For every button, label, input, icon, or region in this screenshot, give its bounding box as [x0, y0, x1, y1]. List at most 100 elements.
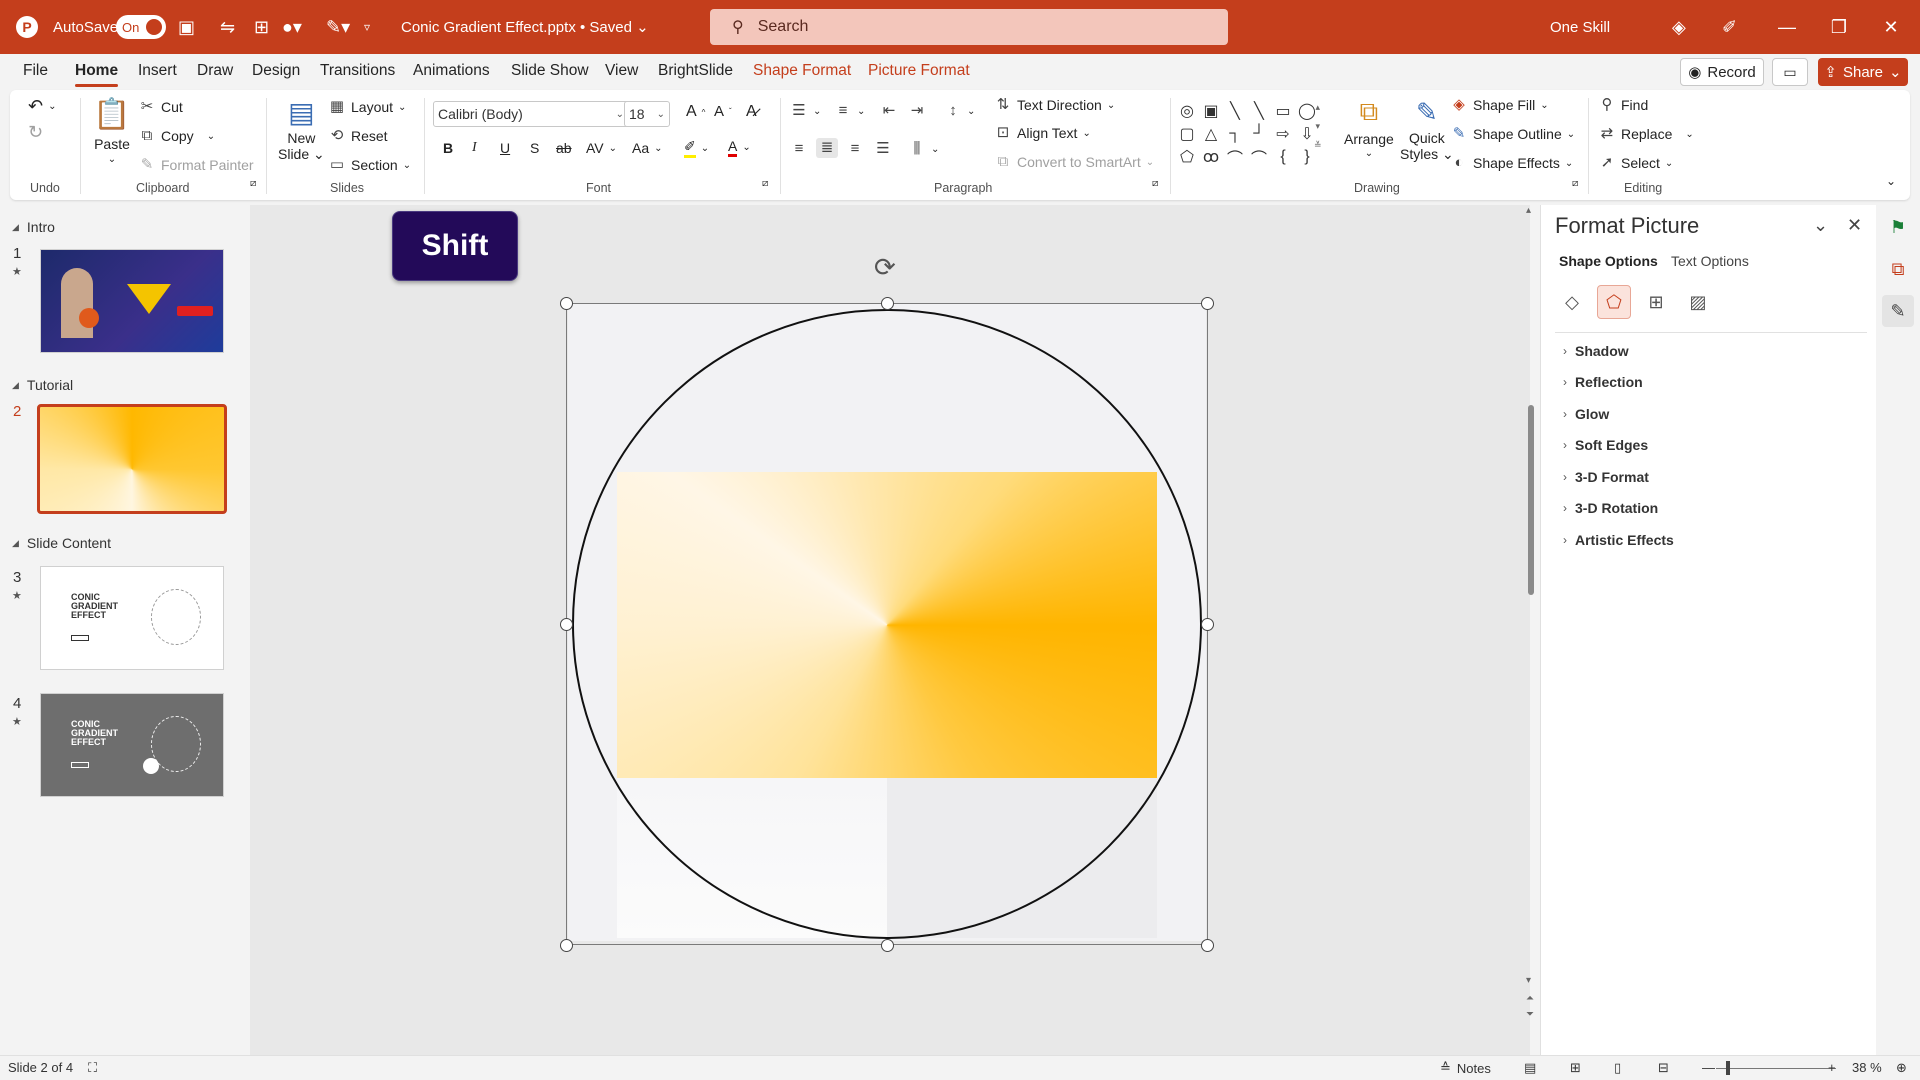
fill-line-icon[interactable]: ◇ [1555, 285, 1589, 319]
font-launcher-icon[interactable]: ⧄ [762, 178, 768, 189]
tab-draw[interactable]: Draw [197, 62, 233, 80]
resize-handle[interactable] [560, 297, 573, 310]
section-soft-edges[interactable]: › Soft Edges [1563, 437, 1648, 453]
strikethrough-button[interactable]: ab [556, 140, 572, 156]
slide-thumbnail-2[interactable] [37, 404, 227, 514]
align-right-icon[interactable]: ≡ [846, 140, 864, 158]
slide-thumbnail-3[interactable]: CONIC GRADIENT EFFECT [40, 566, 224, 670]
close-icon[interactable]: ✕ [1868, 0, 1914, 54]
restore-icon[interactable]: ❐ [1816, 0, 1862, 54]
align-left-icon[interactable]: ≡ [790, 140, 808, 158]
slide-sorter-icon[interactable]: ⊞ [1570, 1060, 1581, 1076]
shapes-gallery[interactable]: ◎ ▣ ╲ ╲ ▭ ◯ ▢ △ ┐ ┘ ⇨ ⇩ ⬠ ꝏ ⌒ ⌒{} [1176, 100, 1326, 172]
previous-slide-icon[interactable]: ⏶ [1526, 993, 1534, 1004]
scrollbar-thumb[interactable] [1528, 405, 1534, 595]
slide-thumbnail-1[interactable] [40, 249, 224, 353]
numbering-button[interactable]: ≡ ⌄ [834, 102, 866, 120]
tab-shape-options[interactable]: Shape Options [1559, 253, 1658, 269]
slide-thumbnail-4[interactable]: CONIC GRADIENT EFFECT [40, 693, 224, 797]
premium-diamond-icon[interactable]: ◈ [1672, 0, 1686, 54]
picture-icon[interactable]: ▨ [1681, 285, 1715, 319]
highlight-color-button[interactable]: ✐ ⌄ [684, 138, 709, 158]
reading-view-icon[interactable]: ▯ [1614, 1060, 1621, 1076]
vertical-scrollbar[interactable]: ▴ ▾ ⏶ ⏷ [1524, 205, 1538, 1025]
replace-button[interactable]: ⇄ Replace ⌄ [1598, 125, 1694, 143]
tab-file[interactable]: File [23, 62, 48, 80]
section-header-intro[interactable]: ◢ Intro [12, 219, 55, 235]
zoom-slider-knob[interactable] [1726, 1061, 1730, 1075]
underline-button[interactable]: U [500, 140, 510, 156]
section-button[interactable]: ▭ Section ⌄ [328, 156, 411, 174]
pen-icon[interactable]: ✐ [1722, 0, 1737, 54]
format-pane-icon[interactable]: ✎ [1882, 295, 1914, 327]
autosave-toggle[interactable]: On [116, 0, 166, 54]
arrow-right-shape-icon[interactable]: ⇨ [1272, 123, 1294, 145]
save-icon[interactable]: ▣ [178, 0, 195, 54]
triangle-shape-icon[interactable]: △ [1200, 123, 1222, 145]
paragraph-launcher-icon[interactable]: ⧄ [1152, 178, 1158, 189]
clear-formatting-icon[interactable]: A̷ [746, 103, 757, 121]
tab-picture-format[interactable]: Picture Format [868, 62, 970, 80]
fit-to-window-icon[interactable]: ⊕ [1896, 1060, 1907, 1076]
textbox-shape-icon[interactable]: ▣ [1200, 100, 1222, 122]
slideshow-icon[interactable]: ⊟ [1658, 1060, 1669, 1076]
convert-smartart-button[interactable]: ⧉ Convert to SmartArt ⌄ [994, 153, 1154, 171]
connector-shape-icon[interactable]: ┐ [1224, 123, 1246, 145]
arc-shape-icon[interactable]: ⌒ [1224, 146, 1246, 168]
minimize-icon[interactable]: — [1764, 0, 1810, 54]
section-header-slide-content[interactable]: ◢ Slide Content [12, 535, 111, 551]
resize-handle[interactable] [1201, 939, 1214, 952]
resize-handle[interactable] [881, 297, 894, 310]
tab-slide-show[interactable]: Slide Show [511, 62, 589, 80]
shape-fill-button[interactable]: ◈ Shape Fill ⌄ [1450, 96, 1548, 114]
reset-button[interactable]: ⟲ Reset [328, 127, 388, 145]
select-button[interactable]: ➚ Select ⌄ [1598, 154, 1674, 172]
increase-indent-icon[interactable]: ⇥ [908, 102, 926, 120]
cut-button[interactable]: ✂ Cut [138, 98, 183, 116]
tab-transitions[interactable]: Transitions [320, 62, 395, 80]
fill-color-icon[interactable]: ●▾ [282, 0, 302, 54]
size-properties-icon[interactable]: ⊞ [1639, 285, 1673, 319]
tab-insert[interactable]: Insert [138, 62, 177, 80]
font-name-dropdown[interactable]: Calibri (Body) ⌄ [433, 101, 629, 127]
resize-handle[interactable] [560, 618, 573, 631]
format-painter-icon[interactable]: ✎▾ [326, 0, 350, 54]
bullets-button[interactable]: ☰ ⌄ [790, 102, 821, 120]
tab-text-options[interactable]: Text Options [1671, 253, 1749, 269]
tab-home[interactable]: Home [75, 62, 119, 87]
connector-shape-icon[interactable]: ┘ [1248, 123, 1270, 145]
zoom-slider[interactable] [1716, 1068, 1836, 1069]
section-shadow[interactable]: › Shadow [1563, 343, 1629, 359]
zoom-out-icon[interactable]: — [1702, 1060, 1715, 1075]
line-shape-icon[interactable]: ╲ [1248, 100, 1270, 122]
quick-styles-button[interactable]: ✎ Quick Styles ⌄ [1400, 94, 1454, 162]
section-header-tutorial[interactable]: ◢ Tutorial [12, 377, 73, 393]
resize-handle[interactable] [1201, 618, 1214, 631]
section-reflection[interactable]: › Reflection [1563, 374, 1643, 390]
copy-button[interactable]: ⧉ Copy ⌄ [138, 127, 215, 145]
increase-font-icon[interactable]: A ^ [686, 103, 705, 121]
align-text-button[interactable]: ⊡ Align Text ⌄ [994, 124, 1091, 142]
clipboard-launcher-icon[interactable]: ⧄ [250, 178, 256, 189]
arc-shape-icon[interactable]: ⌒ [1248, 146, 1270, 168]
text-direction-button[interactable]: ⇅ Text Direction ⌄ [994, 96, 1116, 114]
zoom-level[interactable]: 38 % [1852, 1060, 1882, 1075]
pane-close-icon[interactable]: ✕ [1847, 215, 1862, 236]
document-title[interactable]: Conic Gradient Effect.pptx • Saved ⌄ [401, 0, 649, 54]
font-color-button[interactable]: A ⌄ [728, 138, 751, 157]
share-button[interactable]: ⇪ Share ⌄ [1818, 58, 1908, 86]
section-glow[interactable]: › Glow [1563, 406, 1609, 422]
scroll-up-icon[interactable]: ▴ [1526, 205, 1531, 216]
tab-animations[interactable]: Animations [413, 62, 490, 80]
resize-handle[interactable] [560, 939, 573, 952]
find-button[interactable]: ⚲ Find [1598, 96, 1649, 114]
redo-icon[interactable]: ↻ [28, 122, 43, 143]
notes-button[interactable]: ≙ Notes [1440, 1060, 1491, 1076]
arrange-button[interactable]: ⧉ Arrange ⌄ [1344, 94, 1394, 159]
customize-qat-icon[interactable]: ▿ [364, 0, 370, 54]
layout-button[interactable]: ▦ Layout ⌄ [328, 98, 407, 116]
comments-button[interactable]: ▭ [1772, 58, 1808, 86]
freeform-shape-icon[interactable]: ⬠ [1176, 146, 1198, 168]
user-name[interactable]: One Skill [1550, 0, 1610, 54]
rounded-rect-shape-icon[interactable]: ▢ [1176, 123, 1198, 145]
